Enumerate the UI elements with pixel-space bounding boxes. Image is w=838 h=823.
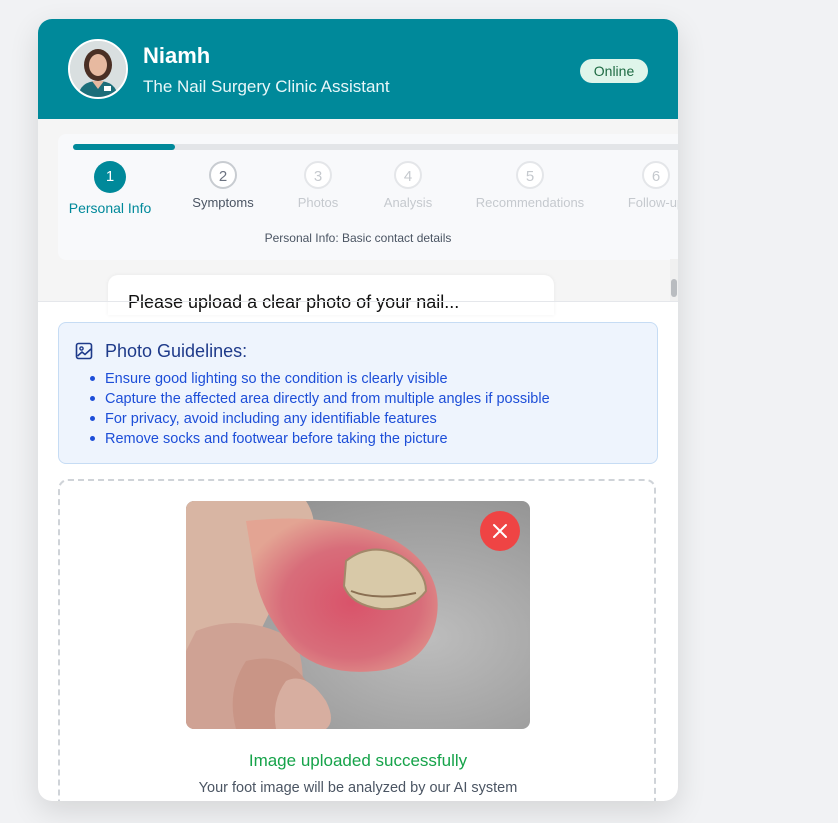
guideline-item: Remove socks and footwear before taking …	[90, 429, 550, 449]
assistant-subtitle: The Nail Surgery Clinic Assistant	[143, 77, 390, 96]
close-icon	[493, 524, 507, 538]
upload-note: Your foot image will be analyzed by our …	[198, 780, 518, 796]
step-label: Symptoms	[192, 195, 254, 210]
assistant-avatar	[68, 39, 128, 99]
step-follow-up[interactable]: 6 Follow-up	[606, 161, 678, 210]
step-number: 5	[516, 161, 544, 189]
step-photos[interactable]: 3 Photos	[268, 161, 368, 210]
step-symptoms[interactable]: 2 Symptoms	[168, 161, 278, 210]
uploaded-photo	[186, 501, 530, 729]
chat-header: Niamh The Nail Surgery Clinic Assistant …	[38, 19, 678, 119]
step-personal-info[interactable]: 1 Personal Info	[58, 161, 162, 216]
chat-scrollbar[interactable]	[670, 259, 678, 301]
step-number: 6	[642, 161, 670, 189]
step-number: 1	[94, 161, 126, 193]
step-label: Personal Info	[68, 200, 152, 216]
guideline-item: Capture the affected area directly and f…	[90, 391, 550, 407]
scrollbar-thumb[interactable]	[671, 279, 677, 297]
step-number: 2	[209, 161, 237, 189]
guidelines-title: Photo Guidelines:	[105, 341, 248, 361]
guidelines-list: Ensure good lighting so the condition is…	[90, 369, 550, 449]
step-caption: Personal Info: Basic contact details	[264, 231, 452, 245]
step-number: 4	[394, 161, 422, 189]
chat-window: Niamh The Nail Surgery Clinic Assistant …	[38, 19, 678, 801]
image-icon	[75, 342, 93, 360]
status-badge: Online	[580, 59, 648, 83]
guideline-item: For privacy, avoid including any identif…	[90, 409, 550, 429]
photo-guidelines: Photo Guidelines: Ensure good lighting s…	[58, 322, 658, 464]
step-label: Photos	[297, 195, 339, 210]
step-label: Follow-up	[627, 195, 678, 210]
step-label: Recommendations	[475, 195, 585, 210]
step-recommendations[interactable]: 5 Recommendations	[463, 161, 597, 210]
assistant-name: Niamh	[143, 43, 211, 68]
step-number: 3	[304, 161, 332, 189]
upload-success-message: Image uploaded successfully	[248, 751, 468, 770]
progress-area: 1 Personal Info 2 Symptoms 3 Photos 4 An…	[38, 119, 678, 301]
assistant-message: Please upload a clear photo of your nail…	[108, 275, 554, 315]
remove-photo-button[interactable]	[480, 511, 520, 551]
step-label: Analysis	[383, 195, 433, 210]
divider	[38, 301, 678, 302]
progress-track	[73, 144, 678, 150]
step-analysis[interactable]: 4 Analysis	[358, 161, 458, 210]
step-progress: 1 Personal Info 2 Symptoms 3 Photos 4 An…	[58, 134, 678, 260]
guideline-item: Ensure good lighting so the condition is…	[90, 369, 550, 389]
progress-fill	[73, 144, 176, 150]
message-text: Please upload a clear photo of your nail…	[128, 292, 460, 312]
